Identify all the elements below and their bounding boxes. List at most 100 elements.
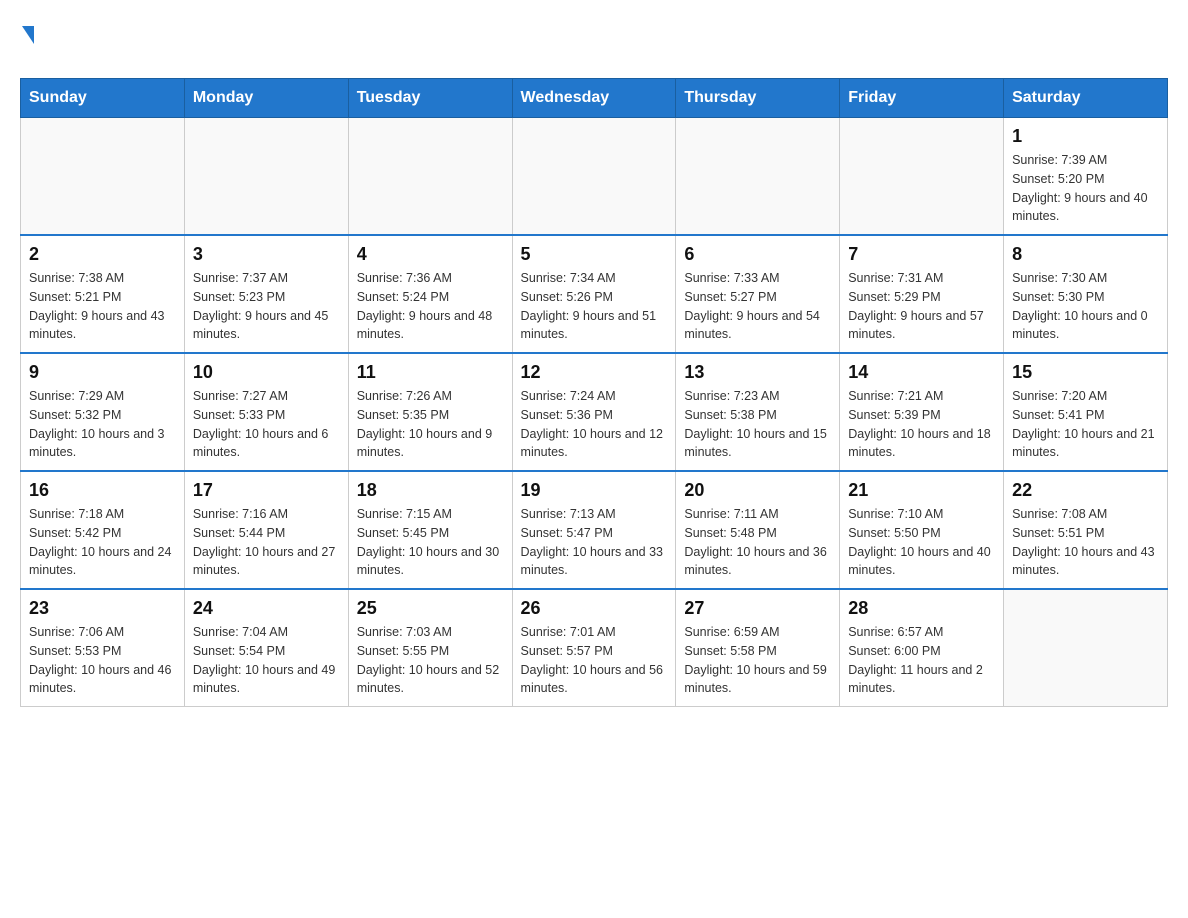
day-number: 4 [357, 244, 504, 265]
day-info: Sunrise: 7:36 AMSunset: 5:24 PMDaylight:… [357, 269, 504, 344]
calendar-day-cell: 4 Sunrise: 7:36 AMSunset: 5:24 PMDaylight… [348, 235, 512, 353]
calendar-day-cell: 26 Sunrise: 7:01 AMSunset: 5:57 PMDayligh… [512, 589, 676, 707]
day-info: Sunrise: 7:23 AMSunset: 5:38 PMDaylight:… [684, 387, 831, 462]
day-info: Sunrise: 7:13 AMSunset: 5:47 PMDaylight:… [521, 505, 668, 580]
day-number: 3 [193, 244, 340, 265]
calendar-day-cell: 15 Sunrise: 7:20 AMSunset: 5:41 PMDayligh… [1004, 353, 1168, 471]
calendar-day-cell: 17Sunrise: 7:16 AMSunset: 5:44 PMDayligh… [184, 471, 348, 589]
calendar-day-cell: 9 Sunrise: 7:29 AMSunset: 5:32 PMDaylight… [21, 353, 185, 471]
day-info: Sunrise: 7:18 AMSunset: 5:42 PMDaylight:… [29, 505, 176, 580]
calendar-header-friday: Friday [840, 79, 1004, 118]
day-number: 15 [1012, 362, 1159, 383]
calendar-day-cell: 1 Sunrise: 7:39 AMSunset: 5:20 PMDaylight… [1004, 118, 1168, 236]
day-info: Sunrise: 7:26 AMSunset: 5:35 PMDaylight:… [357, 387, 504, 462]
day-info: Sunrise: 7:27 AMSunset: 5:33 PMDaylight:… [193, 387, 340, 462]
calendar-day-cell: 24Sunrise: 7:04 AMSunset: 5:54 PMDayligh… [184, 589, 348, 707]
day-number: 10 [193, 362, 340, 383]
day-number: 1 [1012, 126, 1159, 147]
day-number: 16 [29, 480, 176, 501]
logo [20, 30, 34, 48]
page-header [20, 20, 1168, 58]
day-info: Sunrise: 7:20 AMSunset: 5:41 PMDaylight:… [1012, 387, 1159, 462]
calendar-day-cell: 21 Sunrise: 7:10 AMSunset: 5:50 PMDayligh… [840, 471, 1004, 589]
day-number: 9 [29, 362, 176, 383]
day-info: Sunrise: 7:06 AMSunset: 5:53 PMDaylight:… [29, 623, 176, 698]
calendar-header-row: SundayMondayTuesdayWednesdayThursdayFrid… [21, 79, 1168, 118]
calendar-week-row: 9 Sunrise: 7:29 AMSunset: 5:32 PMDaylight… [21, 353, 1168, 471]
day-number: 13 [684, 362, 831, 383]
calendar-week-row: 23 Sunrise: 7:06 AMSunset: 5:53 PMDayligh… [21, 589, 1168, 707]
calendar-header-saturday: Saturday [1004, 79, 1168, 118]
logo-arrow-icon [22, 26, 34, 44]
calendar-week-row: 16 Sunrise: 7:18 AMSunset: 5:42 PMDayligh… [21, 471, 1168, 589]
calendar-day-cell: 25 Sunrise: 7:03 AMSunset: 5:55 PMDayligh… [348, 589, 512, 707]
calendar-day-cell: 12 Sunrise: 7:24 AMSunset: 5:36 PMDayligh… [512, 353, 676, 471]
day-number: 17 [193, 480, 340, 501]
calendar-day-cell: 8 Sunrise: 7:30 AMSunset: 5:30 PMDaylight… [1004, 235, 1168, 353]
calendar-day-cell [676, 118, 840, 236]
day-number: 8 [1012, 244, 1159, 265]
day-number: 22 [1012, 480, 1159, 501]
day-number: 28 [848, 598, 995, 619]
day-info: Sunrise: 7:08 AMSunset: 5:51 PMDaylight:… [1012, 505, 1159, 580]
day-info: Sunrise: 7:37 AMSunset: 5:23 PMDaylight:… [193, 269, 340, 344]
day-number: 25 [357, 598, 504, 619]
day-number: 2 [29, 244, 176, 265]
day-number: 11 [357, 362, 504, 383]
calendar-header-monday: Monday [184, 79, 348, 118]
calendar-day-cell [1004, 589, 1168, 707]
day-info: Sunrise: 7:03 AMSunset: 5:55 PMDaylight:… [357, 623, 504, 698]
calendar-header-wednesday: Wednesday [512, 79, 676, 118]
calendar-day-cell: 2 Sunrise: 7:38 AMSunset: 5:21 PMDaylight… [21, 235, 185, 353]
calendar-day-cell: 27Sunrise: 6:59 AMSunset: 5:58 PMDayligh… [676, 589, 840, 707]
calendar-day-cell: 19 Sunrise: 7:13 AMSunset: 5:47 PMDayligh… [512, 471, 676, 589]
calendar-day-cell: 3 Sunrise: 7:37 AMSunset: 5:23 PMDaylight… [184, 235, 348, 353]
day-number: 27 [684, 598, 831, 619]
calendar-day-cell: 14Sunrise: 7:21 AMSunset: 5:39 PMDayligh… [840, 353, 1004, 471]
calendar-header-tuesday: Tuesday [348, 79, 512, 118]
day-info: Sunrise: 7:01 AMSunset: 5:57 PMDaylight:… [521, 623, 668, 698]
day-number: 24 [193, 598, 340, 619]
day-number: 19 [521, 480, 668, 501]
day-number: 26 [521, 598, 668, 619]
day-info: Sunrise: 7:38 AMSunset: 5:21 PMDaylight:… [29, 269, 176, 344]
calendar-week-row: 1 Sunrise: 7:39 AMSunset: 5:20 PMDaylight… [21, 118, 1168, 236]
day-number: 23 [29, 598, 176, 619]
day-number: 20 [684, 480, 831, 501]
day-number: 7 [848, 244, 995, 265]
calendar-week-row: 2 Sunrise: 7:38 AMSunset: 5:21 PMDaylight… [21, 235, 1168, 353]
day-number: 21 [848, 480, 995, 501]
calendar-day-cell: 11 Sunrise: 7:26 AMSunset: 5:35 PMDayligh… [348, 353, 512, 471]
day-info: Sunrise: 7:15 AMSunset: 5:45 PMDaylight:… [357, 505, 504, 580]
calendar-day-cell: 5 Sunrise: 7:34 AMSunset: 5:26 PMDaylight… [512, 235, 676, 353]
day-info: Sunrise: 7:11 AMSunset: 5:48 PMDaylight:… [684, 505, 831, 580]
day-info: Sunrise: 7:39 AMSunset: 5:20 PMDaylight:… [1012, 151, 1159, 226]
day-info: Sunrise: 7:34 AMSunset: 5:26 PMDaylight:… [521, 269, 668, 344]
calendar-day-cell: 16 Sunrise: 7:18 AMSunset: 5:42 PMDayligh… [21, 471, 185, 589]
calendar-day-cell [184, 118, 348, 236]
calendar-day-cell [348, 118, 512, 236]
calendar-day-cell: 22 Sunrise: 7:08 AMSunset: 5:51 PMDayligh… [1004, 471, 1168, 589]
day-info: Sunrise: 7:29 AMSunset: 5:32 PMDaylight:… [29, 387, 176, 462]
day-number: 12 [521, 362, 668, 383]
day-info: Sunrise: 7:21 AMSunset: 5:39 PMDaylight:… [848, 387, 995, 462]
calendar-day-cell [512, 118, 676, 236]
calendar-day-cell: 18 Sunrise: 7:15 AMSunset: 5:45 PMDayligh… [348, 471, 512, 589]
calendar-header-sunday: Sunday [21, 79, 185, 118]
day-number: 18 [357, 480, 504, 501]
day-info: Sunrise: 7:24 AMSunset: 5:36 PMDaylight:… [521, 387, 668, 462]
calendar-day-cell: 23 Sunrise: 7:06 AMSunset: 5:53 PMDayligh… [21, 589, 185, 707]
day-number: 6 [684, 244, 831, 265]
calendar-table: SundayMondayTuesdayWednesdayThursdayFrid… [20, 78, 1168, 707]
calendar-day-cell: 28 Sunrise: 6:57 AMSunset: 6:00 PMDayligh… [840, 589, 1004, 707]
calendar-day-cell: 7 Sunrise: 7:31 AMSunset: 5:29 PMDaylight… [840, 235, 1004, 353]
calendar-day-cell [21, 118, 185, 236]
calendar-header-thursday: Thursday [676, 79, 840, 118]
calendar-day-cell: 20 Sunrise: 7:11 AMSunset: 5:48 PMDayligh… [676, 471, 840, 589]
day-info: Sunrise: 6:57 AMSunset: 6:00 PMDaylight:… [848, 623, 995, 698]
day-info: Sunrise: 7:31 AMSunset: 5:29 PMDaylight:… [848, 269, 995, 344]
calendar-day-cell: 13 Sunrise: 7:23 AMSunset: 5:38 PMDayligh… [676, 353, 840, 471]
day-info: Sunrise: 7:30 AMSunset: 5:30 PMDaylight:… [1012, 269, 1159, 344]
day-number: 5 [521, 244, 668, 265]
day-info: Sunrise: 7:10 AMSunset: 5:50 PMDaylight:… [848, 505, 995, 580]
